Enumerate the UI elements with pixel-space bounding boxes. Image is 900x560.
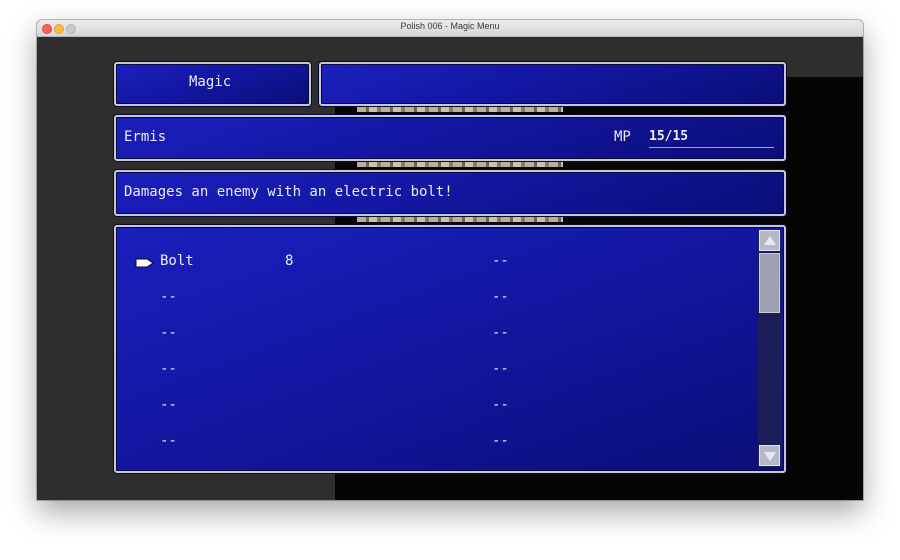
description-window: Damages an enemy with an electric bolt!: [114, 170, 786, 216]
spell-slot-left-4[interactable]: --: [160, 361, 177, 377]
character-window: Ermis MP 15/15: [114, 115, 786, 161]
spell-cost: 8: [285, 253, 294, 269]
spell-slot-left-6[interactable]: --: [160, 433, 177, 449]
spell-name: Bolt: [160, 253, 194, 269]
spell-slot-right-5[interactable]: --: [492, 397, 509, 413]
scroll-up-button[interactable]: [759, 230, 780, 251]
spell-slot-right-2[interactable]: --: [492, 289, 509, 305]
spell-name: --: [160, 433, 177, 449]
divider-strip: [357, 161, 563, 167]
window-title: Polish 006 - Magic Menu: [400, 21, 500, 31]
spell-name: --: [492, 325, 509, 341]
spell-name: --: [160, 289, 177, 305]
spell-name: --: [492, 289, 509, 305]
spell-name: --: [160, 397, 177, 413]
scrollbar-thumb[interactable]: [759, 253, 780, 313]
spell-name: --: [492, 433, 509, 449]
character-name: Ermis: [124, 129, 167, 145]
spell-list-scrollbar[interactable]: [758, 229, 782, 467]
triangle-up-icon: [764, 236, 776, 245]
spell-name: --: [492, 253, 509, 269]
pointing-hand-icon: [135, 258, 154, 268]
spell-slot-right-4[interactable]: --: [492, 361, 509, 377]
spell-description: Damages an enemy with an electric bolt!: [124, 184, 453, 200]
spell-name: --: [160, 361, 177, 377]
spell-name: --: [160, 325, 177, 341]
spell-name: --: [492, 397, 509, 413]
triangle-down-icon: [764, 452, 776, 461]
scroll-down-button[interactable]: [759, 445, 780, 466]
menu-top-right-window: [319, 62, 786, 106]
game-viewport: Magic Ermis MP 15/15 Damages an enemy wi…: [37, 37, 863, 500]
divider-strip: [357, 106, 563, 112]
spell-list-window: Bolt 8 -- -- -- -- -- -- -- -- -- -- --: [114, 225, 786, 473]
spell-slot-right-3[interactable]: --: [492, 325, 509, 341]
mp-value: 15/15: [649, 129, 689, 144]
spell-slot-right-1[interactable]: --: [492, 253, 509, 269]
menu-title: Magic: [189, 74, 232, 90]
app-window: Polish 006 - Magic Menu Magic Ermis MP 1…: [37, 20, 863, 500]
spell-slot-left-1[interactable]: Bolt: [160, 253, 194, 269]
spell-slot-right-6[interactable]: --: [492, 433, 509, 449]
spell-slot-left-5[interactable]: --: [160, 397, 177, 413]
mp-underline: [649, 147, 774, 148]
mp-label: MP: [614, 129, 631, 145]
divider-strip: [357, 216, 563, 222]
spell-slot-left-3[interactable]: --: [160, 325, 177, 341]
title-bar[interactable]: Polish 006 - Magic Menu: [37, 20, 863, 37]
spell-slot-left-2[interactable]: --: [160, 289, 177, 305]
menu-title-window: Magic: [114, 62, 311, 106]
spell-name: --: [492, 361, 509, 377]
